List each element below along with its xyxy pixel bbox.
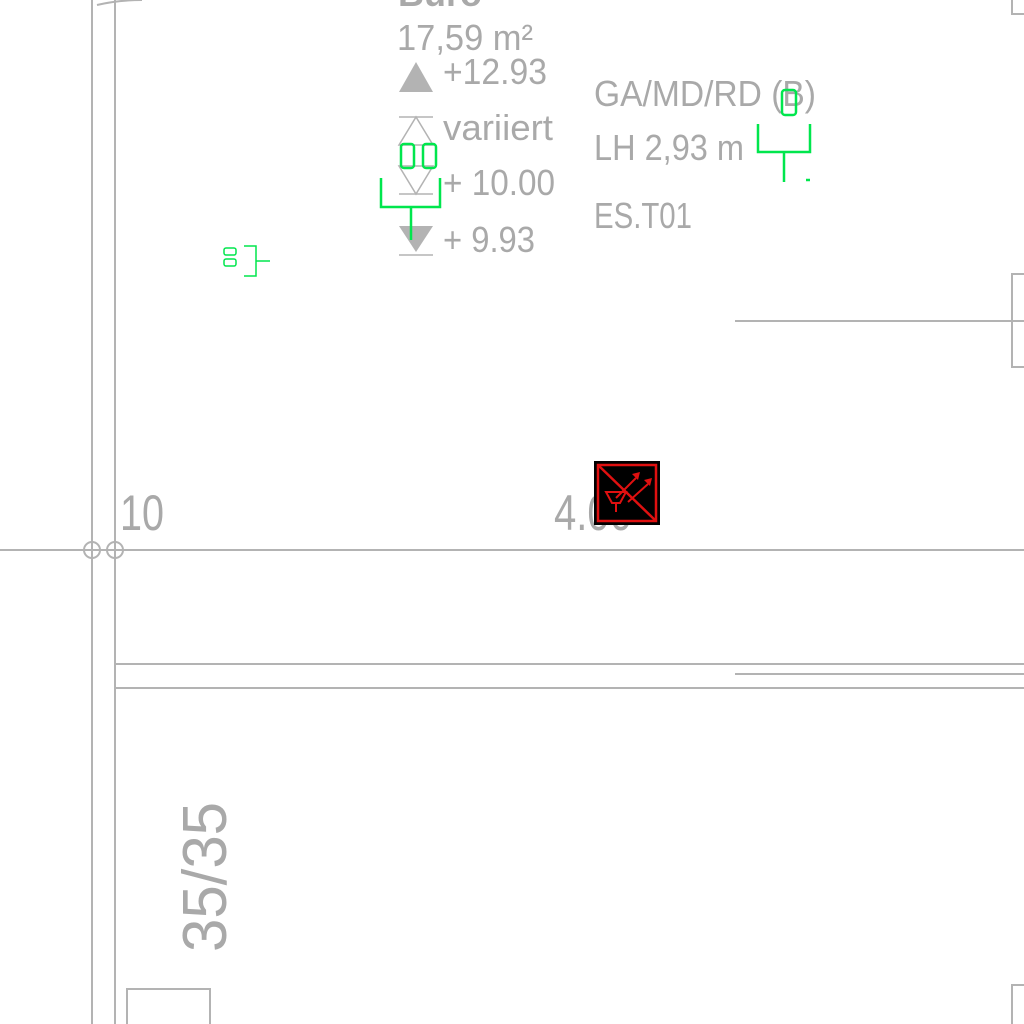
double-socket-icon[interactable] [379,142,442,240]
floor-plan-drawing: Büro 17,59 m² +12.93 variiert + 10.00 + … [0,0,1024,1024]
room-code: ES.T01 [594,195,692,236]
level-down-triangle-icon [399,226,433,252]
room-stamp: Büro 17,59 m² +12.93 variiert + 10.00 + … [397,0,816,260]
level-variable-icon [397,115,435,196]
door-swing-arc [96,0,143,6]
column-size-label: 35/35 [171,802,240,952]
level-top-value: +12.93 [443,51,547,92]
level-bottom-value: + 9.93 [443,219,535,260]
column-outline [126,988,211,1024]
level-up-triangle-icon [399,62,433,92]
clear-height: LH 2,93 m [594,127,744,168]
double-socket-small-icon[interactable] [223,245,270,277]
room-name: Büro [398,0,482,14]
wall-corner-bottom-right [1011,984,1024,1024]
wall-corner-top-right [1011,0,1024,15]
no-signal-warning-icon[interactable] [594,461,660,525]
floor-plan-canvas: Büro 17,59 m² +12.93 variiert + 10.00 + … [0,0,1024,1024]
level-mid-label: variiert [443,107,553,148]
level-mid-value: + 10.00 [443,162,555,203]
dimension-left: 10 [120,485,164,541]
